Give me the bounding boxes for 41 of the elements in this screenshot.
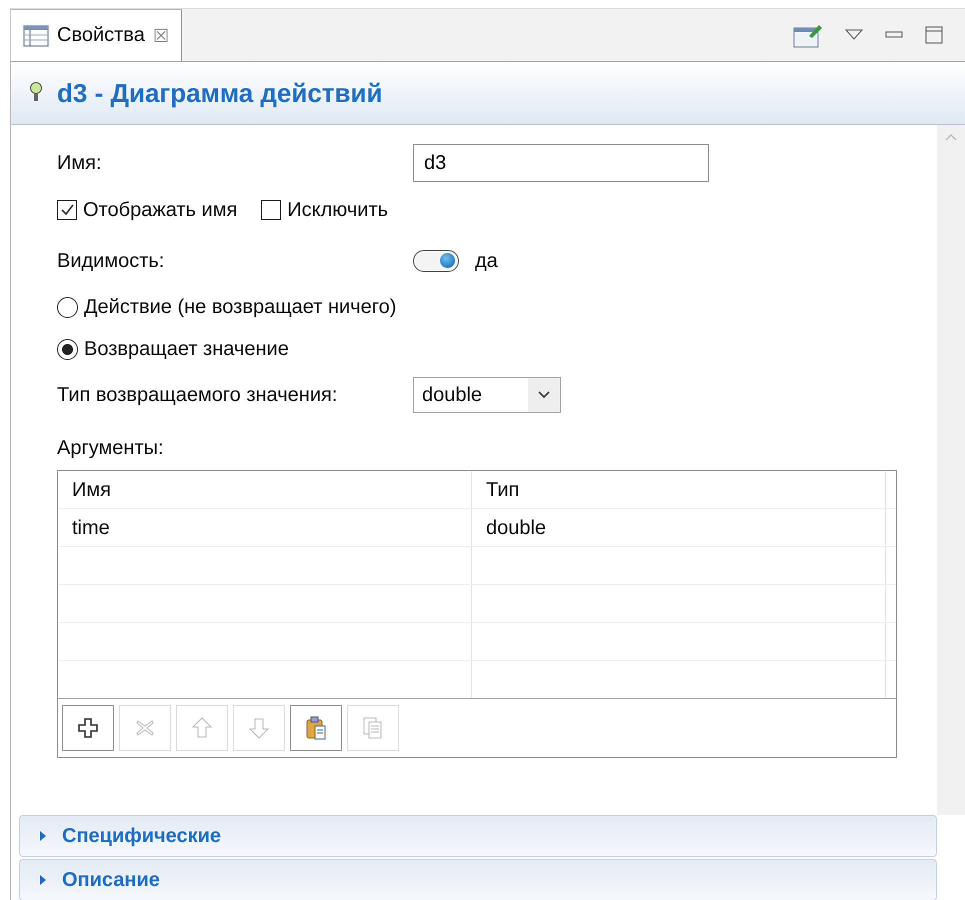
radio-button[interactable]: Действие (не возвращает ничего)	[57, 291, 899, 323]
down-arrow-icon	[248, 716, 270, 740]
section-title: Описание	[62, 868, 160, 892]
field-label: Имя:	[57, 152, 103, 174]
maximize-icon[interactable]	[925, 26, 943, 44]
chevron-down-icon	[537, 390, 551, 400]
close-icon[interactable]: ☒	[152, 24, 169, 46]
table-cell: double	[472, 509, 886, 546]
minimize-icon[interactable]	[885, 30, 903, 40]
column-header: Имя	[58, 471, 472, 508]
field-label: Видимость:	[57, 250, 166, 272]
type-dropdown[interactable]: double	[413, 377, 561, 413]
section-header[interactable]: Специфические	[19, 815, 937, 857]
triangle-icon	[38, 874, 48, 886]
header-title: d3 - Диаграмма действий	[57, 78, 382, 108]
documents-icon	[362, 716, 384, 740]
checkbox[interactable]: Исключить	[261, 198, 388, 222]
triangle-icon	[38, 830, 48, 842]
add-button[interactable]	[62, 705, 114, 751]
visibility-toggle[interactable]	[413, 250, 459, 272]
table-cell: time	[58, 509, 472, 546]
properties-tab[interactable]: Свойства ☒	[11, 9, 182, 61]
pin-window-icon[interactable]	[793, 22, 823, 48]
plus-icon	[77, 716, 99, 740]
section-label: Аргументы:	[57, 437, 165, 460]
name-field[interactable]: d3	[413, 144, 709, 182]
up-arrow-icon	[191, 716, 213, 740]
toggle-value: да	[475, 250, 498, 272]
paste-button[interactable]	[290, 705, 342, 751]
radio-button[interactable]: Возвращает значение	[57, 333, 899, 365]
table-icon	[23, 24, 49, 46]
clipboard-icon	[305, 716, 327, 740]
checkbox[interactable]: Отображать имя	[57, 198, 238, 222]
view-menu-icon[interactable]	[845, 29, 863, 41]
check-icon	[59, 202, 75, 218]
field-label: Тип возвращаемого значения:	[57, 384, 338, 406]
tab-label: Свойства	[57, 24, 145, 47]
section-header[interactable]: Описание	[19, 859, 937, 900]
column-header: Тип	[472, 471, 886, 508]
section-title: Специфические	[62, 824, 222, 848]
scrollbar[interactable]	[937, 125, 965, 815]
